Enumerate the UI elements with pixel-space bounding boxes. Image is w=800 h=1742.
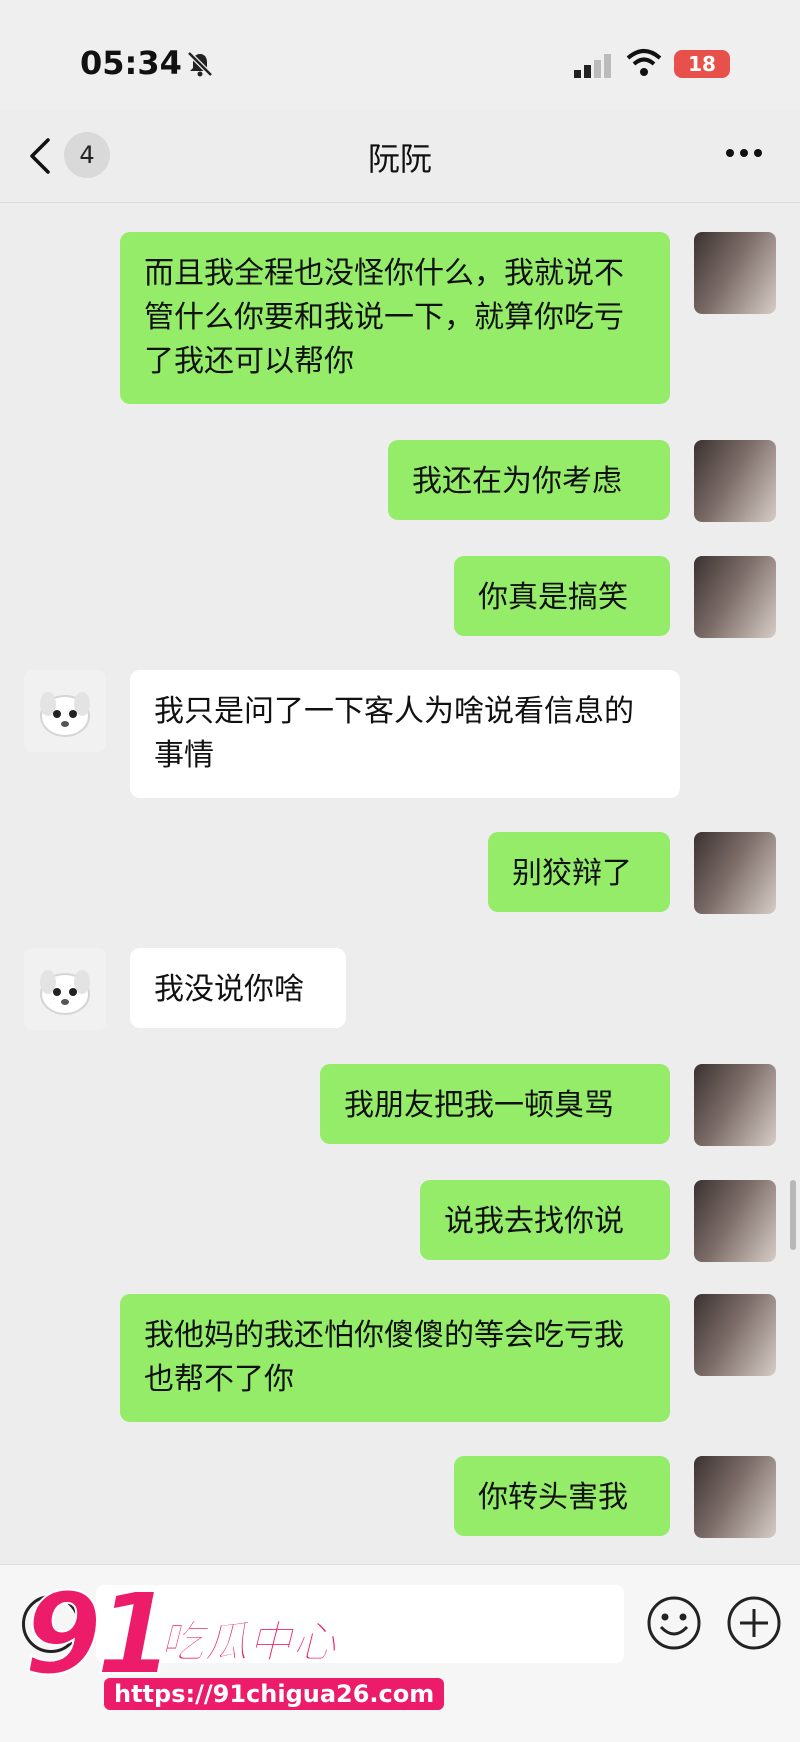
plus-icon[interactable] <box>726 1595 782 1651</box>
my-avatar[interactable] <box>694 440 776 522</box>
my-avatar[interactable] <box>694 832 776 914</box>
bell-muted-icon <box>187 51 213 77</box>
my-avatar[interactable] <box>694 1294 776 1376</box>
message-bubble-received[interactable]: 我没说你啥 <box>130 948 346 1028</box>
contact-avatar[interactable] <box>24 948 106 1030</box>
status-time: 05:34 <box>80 44 182 82</box>
chat-header: 4 阮阮 <box>0 110 800 203</box>
message-bubble-sent[interactable]: 我还在为你考虑 <box>388 440 670 520</box>
message-bubble-received[interactable]: 我只是问了一下客人为啥说看信息的事情 <box>130 670 680 798</box>
more-icon[interactable] <box>724 146 764 160</box>
message-bubble-sent[interactable]: 而且我全程也没怪你什么，我就说不管什么你要和我说一下，就算你吃亏了我还可以帮你 <box>120 232 670 404</box>
puppy-avatar-image <box>40 970 90 1015</box>
watermark-brand-text: 吃瓜中心 <box>160 1617 337 1669</box>
message-bubble-sent[interactable]: 你转头害我 <box>454 1456 670 1536</box>
watermark-url: https://91chigua26.com <box>104 1678 445 1710</box>
my-avatar[interactable] <box>694 1064 776 1146</box>
signal-icon <box>574 54 611 78</box>
my-avatar[interactable] <box>694 1180 776 1262</box>
status-bar: 05:34 18 <box>0 0 800 110</box>
emoji-icon[interactable] <box>646 1595 702 1651</box>
my-avatar[interactable] <box>694 232 776 314</box>
scrollbar[interactable] <box>790 1180 796 1250</box>
puppy-avatar-image <box>40 692 90 737</box>
message-bubble-sent[interactable]: 你真是搞笑 <box>454 556 670 636</box>
message-bubble-sent[interactable]: 说我去找你说 <box>420 1180 670 1260</box>
message-bubble-sent[interactable]: 我朋友把我一顿臭骂 <box>320 1064 670 1144</box>
watermark-logo: 91 吃瓜中心 https://91chigua26.com <box>23 1569 445 1740</box>
battery-icon: 18 <box>674 50 730 78</box>
wifi-icon <box>626 49 662 76</box>
message-bubble-sent[interactable]: 我他妈的我还怕你傻傻的等会吃亏我也帮不了你 <box>120 1294 670 1422</box>
contact-avatar[interactable] <box>24 670 106 752</box>
message-bubble-sent[interactable]: 别狡辩了 <box>488 832 670 912</box>
my-avatar[interactable] <box>694 1456 776 1538</box>
chat-title: 阮阮 <box>367 140 432 178</box>
my-avatar[interactable] <box>694 556 776 638</box>
